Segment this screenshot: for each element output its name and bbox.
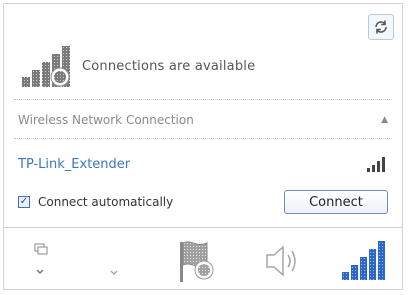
auto-connect-row: ✓ Connect automatically: [18, 192, 173, 212]
divider: [14, 99, 392, 100]
section-header-wireless[interactable]: Wireless Network Connection ▲: [18, 109, 388, 131]
refresh-icon: [375, 20, 387, 34]
connection-status: Connections are available: [20, 42, 255, 90]
system-tray: [4, 227, 402, 289]
network-flyout: Connections are available Wireless Netwo…: [3, 3, 403, 290]
divider: [14, 138, 392, 139]
signal-strength-icon: [367, 157, 385, 172]
network-list-item[interactable]: TP-Link_Extender: [18, 151, 388, 177]
section-title: Wireless Network Connection: [18, 113, 194, 127]
status-text: Connections are available: [82, 58, 256, 74]
available-networks-icon: [22, 46, 70, 87]
collapse-arrow-icon[interactable]: ▲: [381, 115, 388, 125]
auto-connect-checkbox[interactable]: ✓: [18, 196, 30, 208]
network-name: TP-Link_Extender: [18, 156, 131, 172]
show-hidden-icons-icon[interactable]: [26, 240, 56, 280]
action-center-flag-icon[interactable]: [174, 236, 218, 286]
checkmark-icon: ✓: [19, 196, 29, 207]
volume-icon[interactable]: [261, 238, 305, 284]
refresh-button[interactable]: [368, 14, 394, 40]
connect-button[interactable]: Connect: [284, 190, 388, 214]
auto-connect-label: Connect automatically: [38, 195, 174, 209]
wifi-signal-icon[interactable]: [339, 236, 389, 286]
tray-dot-icon: [107, 266, 121, 280]
